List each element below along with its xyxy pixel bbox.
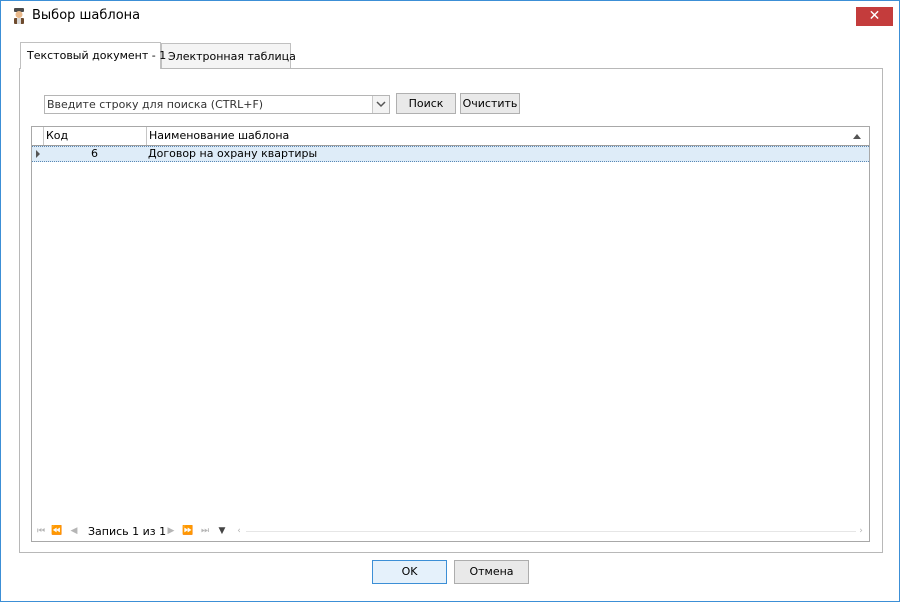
column-header-name[interactable]: Наименование шаблона [147, 127, 847, 145]
cancel-button[interactable]: Отмена [454, 560, 529, 584]
record-navigator: ⏮ ⏪ ◀ Запись 1 из 1 ▶ ⏩ ⏭ ▼ ‹ › [32, 522, 869, 541]
sort-ascending-icon [853, 134, 861, 139]
tab-label: Электронная таблица [168, 50, 296, 63]
scroll-right-icon[interactable]: › [855, 525, 867, 537]
dialog-window: Выбор шаблона ✕ Текстовый документ - 1 Э… [0, 0, 900, 602]
cell-name: Договор на охрану квартиры [148, 147, 318, 160]
clear-button[interactable]: Очистить [460, 93, 520, 114]
row-indicator-icon [36, 150, 40, 158]
search-combobox[interactable] [44, 95, 390, 114]
close-icon: ✕ [868, 8, 881, 24]
horizontal-scrollbar[interactable] [246, 531, 856, 532]
cell-code: 6 [91, 147, 98, 160]
last-record-icon[interactable]: ⏭ [199, 525, 211, 537]
search-button[interactable]: Поиск [396, 93, 456, 114]
first-record-icon[interactable]: ⏮ [35, 525, 47, 537]
scroll-left-icon[interactable]: ‹ [233, 525, 245, 537]
next-record-icon[interactable]: ▶ [165, 525, 177, 537]
search-input[interactable] [45, 96, 373, 113]
chevron-down-icon [376, 101, 386, 108]
next-page-icon[interactable]: ⏩ [182, 525, 194, 537]
search-dropdown-button[interactable] [372, 96, 389, 113]
tab-label: Текстовый документ - 1 [27, 49, 167, 62]
templates-grid: Код Наименование шаблона 6 Договор на ох… [31, 126, 870, 542]
previous-page-icon[interactable]: ⏪ [51, 525, 63, 537]
column-header-code[interactable]: Код [44, 127, 146, 145]
grid-header: Код Наименование шаблона [32, 127, 869, 146]
app-icon [14, 8, 24, 24]
filter-icon[interactable]: ▼ [216, 525, 228, 537]
table-row[interactable]: 6 Договор на охрану квартиры [32, 146, 869, 162]
close-button[interactable]: ✕ [856, 7, 893, 26]
window-title: Выбор шаблона [32, 8, 141, 23]
record-counter: Запись 1 из 1 [88, 525, 167, 538]
tab-text-document[interactable]: Текстовый документ - 1 [20, 42, 166, 69]
title-bar[interactable]: Выбор шаблона ✕ [1, 1, 899, 31]
ok-button[interactable]: OK [372, 560, 447, 584]
previous-record-icon[interactable]: ◀ [68, 525, 80, 537]
tab-spreadsheet[interactable]: Электронная таблица [161, 43, 296, 68]
